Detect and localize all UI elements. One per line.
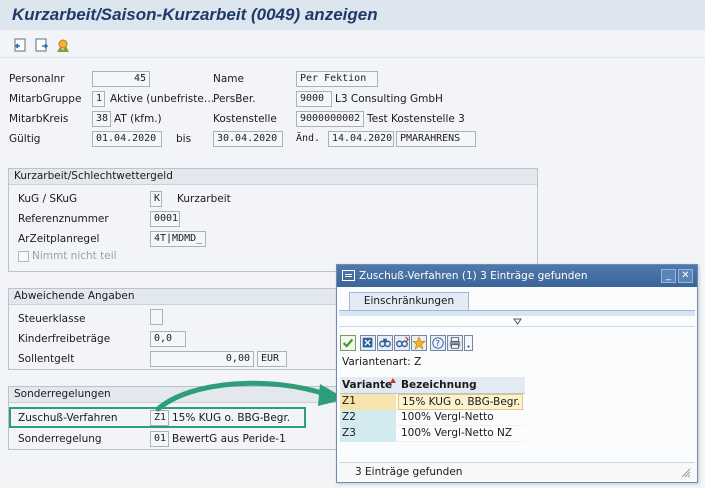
overview-icon[interactable] [55,37,71,53]
column-header-bezeichnung[interactable]: Bezeichnung [401,379,477,391]
group-kurzarbeit-title: Kurzarbeit/Schlechtwettergeld [9,169,537,185]
tab-einschraenkungen[interactable]: Einschränkungen [349,292,469,310]
personalnr-label: Personalnr [9,73,65,85]
mitarbgruppe-text: Aktive (unbefriste… [110,93,215,105]
bis-label: bis [176,133,192,145]
row-variante[interactable]: Z2 [340,410,396,426]
sollentgelt-label: Sollentgelt [18,353,75,365]
mitarbkreis-code[interactable]: 38 [92,111,111,127]
persber-text: L3 Consulting GmbH [335,93,443,105]
resize-grip-icon[interactable] [681,468,691,478]
table-row[interactable]: Z3 100% Vergl-Netto NZ [340,426,525,442]
persber-label: PersBer. [213,93,256,105]
gueltig-to-field[interactable]: 30.04.2020 [213,131,283,147]
mitarbkreis-text: AT (kfm.) [114,113,162,125]
nimmt-nicht-teil-label: Nimmt nicht teil [32,250,117,262]
aend-label: Änd. [296,133,321,144]
aend-user-field[interactable]: PMARAHRENS [396,131,476,147]
kug-label: KuG / SKuG [18,193,78,205]
persber-code[interactable]: 9000 [296,91,332,107]
result-table: Variante Bezeichnung Z1 15% KUG o. BBG-B… [340,377,525,442]
referenznummer-field[interactable]: 0001 [150,211,180,227]
variantenart-label: Variantenart: Z [342,356,422,368]
annotation-arrow [155,380,346,412]
help-icon[interactable]: ? [430,335,446,351]
table-header: Variante Bezeichnung [340,377,525,394]
find-next-icon[interactable] [394,335,410,351]
next-record-icon[interactable] [34,37,50,53]
more-icon[interactable] [464,335,473,351]
tab-strip [339,310,695,316]
name-label: Name [213,73,244,85]
expand-triangle-icon[interactable] [513,318,522,325]
personalnr-field[interactable]: 45 [92,71,150,87]
minimize-button[interactable]: _ [661,269,676,283]
column-header-variante[interactable]: Variante [342,379,392,391]
kinderfreibetraege-label: Kinderfreibeträge [18,333,111,345]
row-bezeichnung[interactable]: 15% KUG o. BBG-Begr. [398,394,523,410]
favorites-icon[interactable] [411,335,427,351]
sollentgelt-field[interactable]: 0,00 [150,351,254,367]
tab-expander[interactable] [339,317,695,327]
previous-record-icon[interactable] [13,37,29,53]
page-title: Kurzarbeit/Saison-Kurzarbeit (0049) anze… [12,5,378,24]
cancel-icon[interactable] [360,335,376,351]
sollentgelt-currency[interactable]: EUR [257,351,287,367]
mitarbkreis-label: MitarbKreis [9,113,69,125]
close-button[interactable]: ✕ [678,269,693,283]
steuerklasse-label: Steuerklasse [18,313,86,325]
find-icon[interactable] [377,335,393,351]
kostenstelle-text: Test Kostenstelle 3 [367,113,465,125]
svg-text:?: ? [435,340,440,350]
arzeitplanregel-label: ArZeitplanregel [18,233,100,245]
arzeitplanregel-field[interactable]: 4T|MDMD_ [150,231,206,247]
steuerklasse-field[interactable] [150,309,163,325]
mitarbgruppe-code[interactable]: 1 [92,91,105,107]
sort-ascending-icon [390,378,396,383]
sonderregelung-code[interactable]: 01 [150,431,169,447]
table-row[interactable]: Z2 100% Vergl-Netto [340,410,525,426]
title-bar: Kurzarbeit/Saison-Kurzarbeit (0049) anze… [0,0,705,30]
kug-code[interactable]: K [150,191,162,207]
name-field[interactable]: Per Fektion [296,71,378,87]
value-list-icon [342,270,355,281]
status-bar: 3 Einträge gefunden [339,462,695,480]
mitarbgruppe-label: MitarbGruppe [9,93,82,105]
status-text: 3 Einträge gefunden [355,466,463,478]
referenznummer-label: Referenznummer [18,213,109,225]
gueltig-label: Gültig [9,133,41,145]
nimmt-nicht-teil-checkbox[interactable] [18,251,29,262]
table-row[interactable]: Z1 15% KUG o. BBG-Begr. [340,394,525,410]
gueltig-from-field[interactable]: 01.04.2020 [92,131,162,147]
accept-icon[interactable] [340,335,356,351]
kug-text: Kurzarbeit [177,193,231,205]
kinderfreibetraege-field[interactable]: 0,0 [150,331,186,347]
popup-title: Zuschuß-Verfahren (1) 3 Einträge gefunde… [359,270,588,282]
print-icon[interactable] [447,335,463,351]
kostenstelle-code[interactable]: 9000000002 [296,111,364,127]
row-bezeichnung[interactable]: 100% Vergl-Netto NZ [398,426,523,442]
row-variante[interactable]: Z1 [340,394,396,410]
value-help-popup: Zuschuß-Verfahren (1) 3 Einträge gefunde… [336,264,698,483]
kostenstelle-label: Kostenstelle [213,113,277,125]
row-bezeichnung[interactable]: 100% Vergl-Netto [398,410,523,426]
sonderregelung-label: Sonderregelung [18,433,102,445]
aend-date-field[interactable]: 14.04.2020 [328,131,394,147]
row-variante[interactable]: Z3 [340,426,396,442]
popup-title-bar: Zuschuß-Verfahren (1) 3 Einträge gefunde… [337,265,697,287]
toolbar [0,30,705,58]
sonderregelung-text: BewertG aus Peride-1 [172,433,286,445]
